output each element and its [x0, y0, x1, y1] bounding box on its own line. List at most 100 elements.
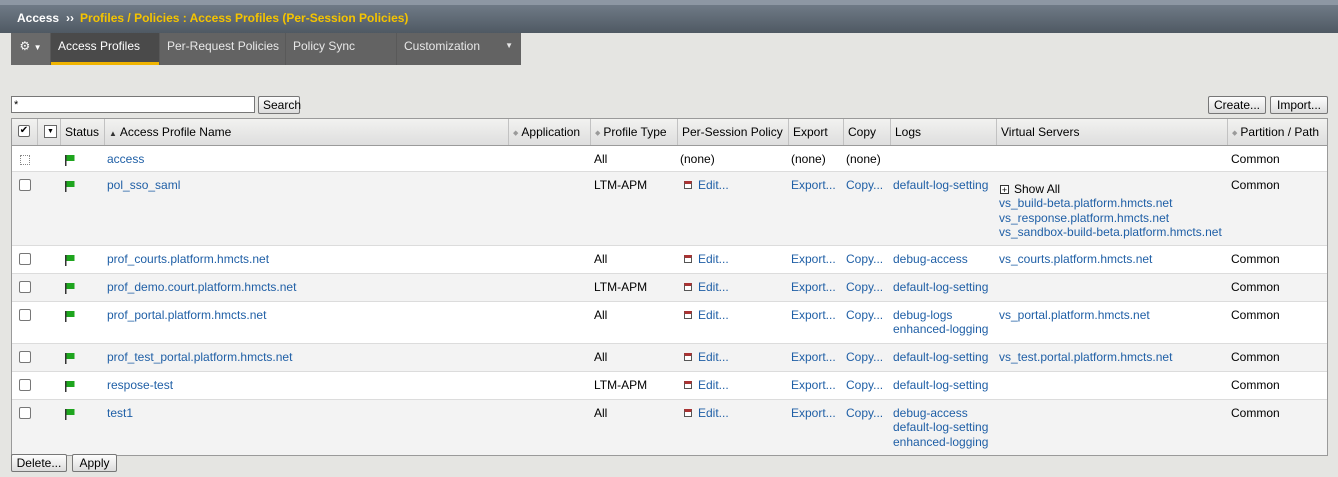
export-link[interactable]: Export... — [791, 252, 836, 267]
profile-type: LTM-APM — [594, 178, 648, 192]
row-checkbox[interactable] — [19, 309, 31, 321]
profile-name-link[interactable]: respose-test — [107, 378, 173, 393]
apply-button[interactable]: Apply — [72, 454, 117, 472]
export-link[interactable]: Export... — [791, 280, 836, 295]
log-setting-link[interactable]: debug-logs — [893, 308, 952, 323]
access-profiles-table: ✔ ▼ Status ▲ Access Profile Name ◆ Applica… — [11, 118, 1328, 456]
edit-policy-link[interactable]: Edit... — [684, 178, 729, 193]
row-checkbox[interactable] — [19, 379, 31, 391]
gear-menu-button[interactable]: ⚙ ▼ — [11, 33, 50, 65]
search-button[interactable]: Search — [258, 96, 301, 114]
profile-name-link[interactable]: pol_sso_saml — [107, 178, 180, 193]
virtual-server-link[interactable]: vs_response.platform.hmcts.net — [999, 211, 1169, 226]
edit-policy-link[interactable]: Edit... — [684, 350, 729, 365]
header-partition[interactable]: ◆ Partition / Path — [1227, 119, 1328, 145]
row-checkbox[interactable] — [19, 351, 31, 363]
log-setting-link[interactable]: default-log-setting — [893, 378, 988, 393]
partition: Common — [1231, 252, 1280, 266]
export-link[interactable]: Export... — [791, 308, 836, 323]
create-button[interactable]: Create... — [1208, 96, 1266, 114]
table-row: prof_courts.platform.hmcts.net All Edit.… — [12, 246, 1327, 274]
edit-policy-link[interactable]: Edit... — [684, 280, 729, 295]
copy-link[interactable]: Copy... — [846, 350, 883, 365]
log-setting-link[interactable]: enhanced-logging — [893, 322, 988, 337]
edit-policy-label: Edit... — [698, 406, 729, 420]
copy-value: (none) — [846, 152, 881, 166]
edit-policy-link[interactable]: Edit... — [684, 308, 729, 323]
tab-per-request-policies[interactable]: Per-Request Policies — [160, 33, 285, 65]
virtual-server-link[interactable]: vs_courts.platform.hmcts.net — [999, 252, 1152, 267]
profile-name-link[interactable]: prof_courts.platform.hmcts.net — [107, 252, 269, 267]
policy-editor-icon — [684, 409, 692, 417]
export-link[interactable]: Export... — [791, 350, 836, 365]
row-checkbox[interactable] — [19, 179, 31, 191]
select-all-checkbox[interactable]: ✔ — [18, 125, 30, 137]
header-logs: Logs — [890, 119, 996, 145]
edit-policy-label: Edit... — [698, 308, 729, 322]
header-status[interactable]: Status — [60, 119, 104, 145]
copy-link[interactable]: Copy... — [846, 406, 883, 421]
edit-policy-link[interactable]: Edit... — [684, 252, 729, 267]
row-checkbox-disabled — [20, 155, 30, 165]
row-checkbox[interactable] — [19, 407, 31, 419]
profile-name-link[interactable]: prof_demo.court.platform.hmcts.net — [107, 280, 296, 295]
header-profile-name[interactable]: ▲ Access Profile Name — [104, 119, 508, 145]
log-setting-link[interactable]: default-log-setting — [893, 350, 988, 365]
profile-name-link[interactable]: prof_portal.platform.hmcts.net — [107, 308, 266, 323]
search-input[interactable] — [11, 96, 255, 113]
policy-editor-icon — [684, 283, 692, 291]
partition: Common — [1231, 350, 1280, 364]
log-setting-link[interactable]: debug-access — [893, 252, 968, 267]
copy-link[interactable]: Copy... — [846, 280, 883, 295]
policy-editor-icon — [684, 255, 692, 263]
profile-name-link[interactable]: prof_test_portal.platform.hmcts.net — [107, 350, 292, 365]
profile-type: All — [594, 252, 608, 266]
row-checkbox[interactable] — [19, 281, 31, 293]
partition: Common — [1231, 178, 1280, 192]
table-row: pol_sso_saml LTM-APM Edit... Export... C… — [12, 172, 1327, 246]
log-setting-link[interactable]: default-log-setting — [893, 178, 988, 193]
tab-access-profiles[interactable]: Access Profiles — [51, 33, 159, 65]
profile-name-link[interactable]: test1 — [107, 406, 133, 421]
import-button[interactable]: Import... — [1270, 96, 1328, 114]
virtual-server-link[interactable]: vs_build-beta.platform.hmcts.net — [999, 196, 1172, 211]
partition: Common — [1231, 280, 1280, 294]
show-all-label: Show All — [1014, 182, 1061, 196]
header-profile-type[interactable]: ◆ Profile Type — [590, 119, 677, 145]
copy-link[interactable]: Copy... — [846, 308, 883, 323]
export-link[interactable]: Export... — [791, 378, 836, 393]
profile-type: All — [594, 350, 608, 364]
edit-policy-link[interactable]: Edit... — [684, 406, 729, 421]
row-checkbox[interactable] — [19, 253, 31, 265]
profile-name-link[interactable]: access — [107, 152, 144, 167]
edit-policy-label: Edit... — [698, 280, 729, 294]
virtual-server-link[interactable]: vs_portal.platform.hmcts.net — [999, 308, 1150, 323]
header-per-session-policy: Per-Session Policy — [677, 119, 788, 145]
breadcrumb: Access ›› Profiles / Policies : Access Pro… — [17, 11, 408, 25]
log-setting-link[interactable]: default-log-setting — [893, 280, 988, 295]
virtual-server-link[interactable]: vs_sandbox-build-beta.platform.hmcts.net — [999, 225, 1222, 240]
log-setting-link[interactable]: default-log-setting — [893, 420, 988, 435]
export-link[interactable]: Export... — [791, 178, 836, 193]
copy-link[interactable]: Copy... — [846, 378, 883, 393]
profile-type: All — [594, 152, 608, 166]
show-all-toggle[interactable]: + Show All — [1000, 182, 1060, 197]
edit-policy-link[interactable]: Edit... — [684, 378, 729, 393]
virtual-server-link[interactable]: vs_test.portal.platform.hmcts.net — [999, 350, 1172, 365]
edit-policy-label: Edit... — [698, 252, 729, 266]
tab-customization[interactable]: Customization ▼ — [397, 33, 521, 65]
log-setting-link[interactable]: debug-access — [893, 406, 968, 421]
header-application[interactable]: ◆ Application — [508, 119, 590, 145]
breadcrumb-root[interactable]: Access — [17, 11, 59, 25]
column-menu-button[interactable]: ▼ — [44, 125, 57, 138]
tab-policy-sync[interactable]: Policy Sync — [286, 33, 396, 65]
log-setting-link[interactable]: enhanced-logging — [893, 435, 988, 450]
status-flag-icon — [65, 155, 75, 166]
sort-icon: ◆ — [513, 130, 519, 137]
sort-icon: ◆ — [595, 130, 601, 137]
copy-link[interactable]: Copy... — [846, 178, 883, 193]
top-bar: Access ›› Profiles / Policies : Access Pro… — [0, 0, 1338, 33]
copy-link[interactable]: Copy... — [846, 252, 883, 267]
export-link[interactable]: Export... — [791, 406, 836, 421]
delete-button[interactable]: Delete... — [11, 454, 67, 472]
